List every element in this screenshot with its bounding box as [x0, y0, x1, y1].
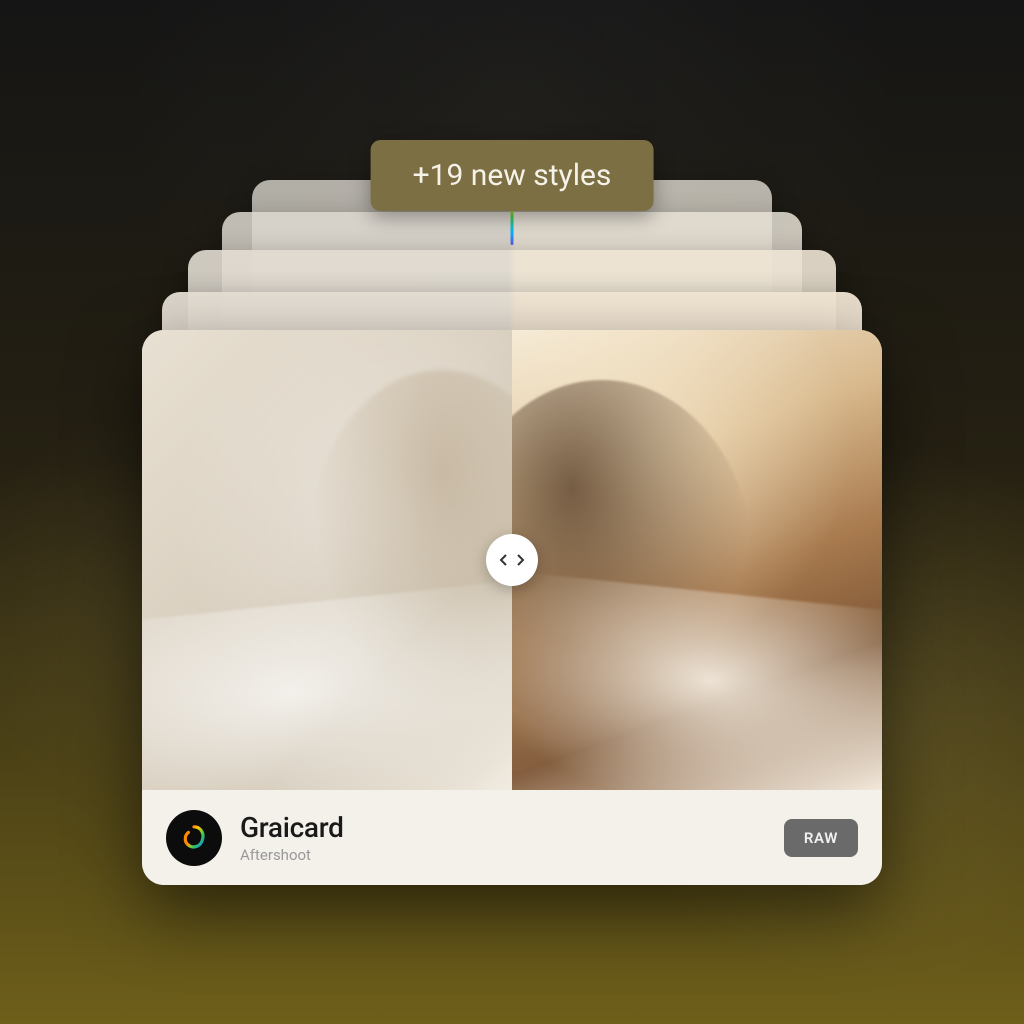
compare-slider-handle[interactable] — [486, 534, 538, 586]
aftershoot-logo-icon — [178, 822, 210, 854]
new-styles-chip[interactable]: +19 new styles — [371, 140, 654, 211]
raw-badge[interactable]: RAW — [784, 819, 858, 857]
chevron-right-icon — [515, 553, 525, 567]
before-after-compare[interactable] — [142, 330, 882, 790]
brand-name: Aftershoot — [240, 846, 344, 864]
brand-avatar — [166, 810, 222, 866]
before-image — [142, 330, 512, 790]
card-footer: Graicard Aftershoot RAW — [142, 790, 882, 885]
chevron-left-icon — [499, 553, 509, 567]
style-card: Graicard Aftershoot RAW — [142, 330, 882, 885]
style-title: Graicard — [240, 811, 344, 844]
card-meta: Graicard Aftershoot — [240, 811, 344, 864]
after-image — [512, 330, 882, 790]
